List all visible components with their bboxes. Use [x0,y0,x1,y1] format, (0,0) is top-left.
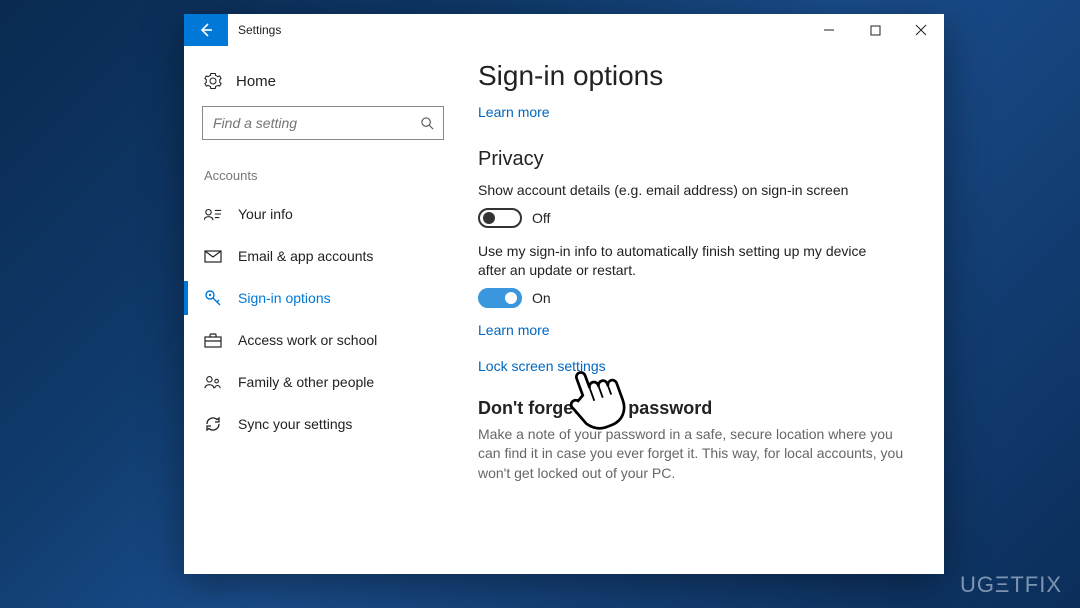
password-reminder-body: Make a note of your password in a safe, … [478,425,912,484]
key-icon [204,289,222,307]
back-arrow-icon [198,22,214,38]
maximize-icon [870,25,881,36]
watermark: UGΞTFIX [960,572,1062,598]
close-button[interactable] [898,14,944,46]
back-button[interactable] [184,14,228,46]
show-details-toggle[interactable] [478,208,522,228]
titlebar: Settings [184,14,944,46]
show-details-state: Off [532,210,550,226]
lock-screen-settings-link[interactable]: Lock screen settings [478,358,606,374]
sidebar-item-label: Access work or school [238,332,377,348]
sidebar-item-label: Family & other people [238,374,374,390]
maximize-button[interactable] [852,14,898,46]
learn-more-link-privacy[interactable]: Learn more [478,322,550,338]
sidebar-item-label: Email & app accounts [238,248,373,264]
content-pane: Sign-in options Learn more Privacy Show … [462,46,944,574]
window-body: Home Accounts Your info Email & app [184,46,944,574]
sync-icon [204,415,222,433]
sidebar-item-sign-in-options[interactable]: Sign-in options [202,277,444,319]
briefcase-icon [204,333,222,348]
privacy-heading: Privacy [478,148,912,171]
category-header: Accounts [202,168,444,183]
your-info-icon [204,207,222,221]
search-input[interactable] [213,115,420,131]
search-input-wrapper[interactable] [202,106,444,140]
sidebar-item-your-info[interactable]: Your info [202,193,444,235]
sidebar-item-family-people[interactable]: Family & other people [202,361,444,403]
sidebar: Home Accounts Your info Email & app [184,46,462,574]
home-nav[interactable]: Home [202,68,444,106]
close-icon [915,24,927,36]
minimize-button[interactable] [806,14,852,46]
learn-more-link-top[interactable]: Learn more [478,104,550,120]
show-details-toggle-row: Off [478,208,912,228]
settings-window: Settings Home [184,14,944,574]
show-details-desc: Show account details (e.g. email address… [478,181,898,200]
use-signin-state: On [532,290,551,306]
search-icon [420,116,435,131]
people-icon [204,375,222,389]
use-signin-toggle[interactable] [478,288,522,308]
use-signin-desc: Use my sign-in info to automatically fin… [478,242,898,280]
password-reminder-heading: Don't forget your password [478,398,912,419]
window-title: Settings [228,14,806,46]
sidebar-item-label: Sign-in options [238,290,331,306]
sidebar-item-email-accounts[interactable]: Email & app accounts [202,235,444,277]
minimize-icon [823,24,835,36]
home-label: Home [236,73,276,90]
gear-icon [204,72,222,90]
window-controls [806,14,944,46]
email-icon [204,250,222,263]
sidebar-item-access-work-school[interactable]: Access work or school [202,319,444,361]
sidebar-item-label: Your info [238,206,293,222]
sidebar-item-sync-settings[interactable]: Sync your settings [202,403,444,445]
sidebar-item-label: Sync your settings [238,416,352,432]
use-signin-toggle-row: On [478,288,912,308]
page-title: Sign-in options [478,60,912,92]
